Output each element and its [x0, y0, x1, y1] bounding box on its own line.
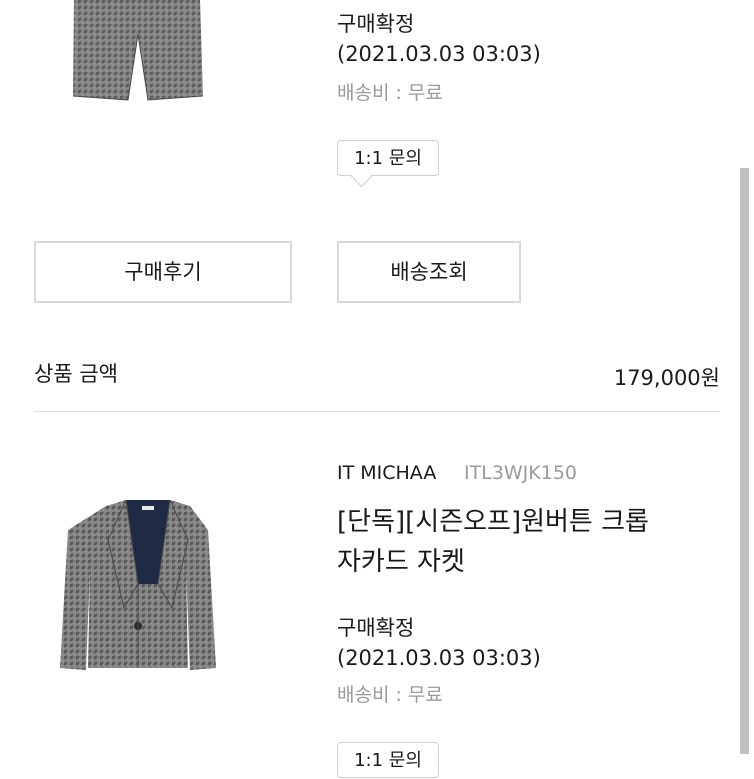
scrollbar[interactable]: [740, 168, 749, 754]
inquiry-label: 1:1 문의: [354, 750, 422, 771]
tweed-cropped-jacket-image: [60, 498, 216, 670]
product-name[interactable]: [단독][시즌오프]원버튼 크롭 자카드 자켓: [337, 502, 717, 582]
product-image-shorts[interactable]: [72, 0, 204, 104]
product-name-line-1: [단독][시즌오프]원버튼 크롭: [337, 507, 649, 537]
inquiry-button[interactable]: 1:1 문의: [337, 742, 439, 778]
product-name-line-2: 자카드 자켓: [337, 547, 465, 577]
price-amount: 179,000원: [613, 366, 720, 390]
price-label: 상품 금액: [34, 362, 118, 386]
speech-bubble-tail-icon: [350, 165, 373, 188]
inquiry-label: 1:1 문의: [354, 148, 422, 169]
order-date: (2021.03.03 03:03): [337, 646, 541, 670]
product-code: ITL3WJK150: [464, 462, 577, 484]
inquiry-button[interactable]: 1:1 문의: [337, 140, 439, 188]
order-date: (2021.03.03 03:03): [337, 42, 541, 66]
order-status: 구매확정: [337, 12, 415, 36]
track-delivery-button[interactable]: 배송조회: [337, 241, 521, 303]
section-divider: [34, 411, 720, 412]
write-review-button[interactable]: 구매후기: [34, 241, 292, 303]
brand-name[interactable]: IT MICHAA: [337, 462, 436, 484]
shipping-fee: 배송비 : 무료: [337, 684, 443, 706]
product-image-jacket[interactable]: [58, 498, 218, 680]
tweed-shorts-image: [72, 0, 204, 101]
shipping-fee: 배송비 : 무료: [337, 82, 443, 104]
order-status: 구매확정: [337, 616, 415, 640]
